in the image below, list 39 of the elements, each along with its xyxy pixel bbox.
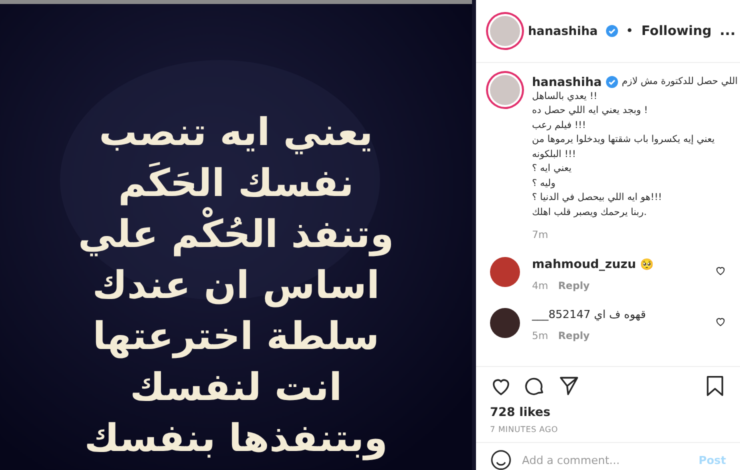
caption-line: اللي حصل للدكتورة مش لازم — [622, 75, 738, 89]
bookmark-icon[interactable] — [704, 375, 726, 397]
caption-line: !!! البلكونه — [532, 148, 576, 162]
send-icon[interactable] — [558, 375, 580, 397]
comment-icon[interactable] — [524, 375, 546, 397]
more-options-button[interactable]: ... — [720, 23, 736, 39]
post-text-line: وبتنفذها بنفسك — [84, 415, 388, 462]
heart-icon[interactable] — [715, 265, 726, 276]
comment-text: قهوه ف اي 852147___ — [532, 308, 646, 321]
username[interactable]: hanashiha — [528, 24, 598, 38]
smiley-icon[interactable] — [490, 449, 512, 470]
caption-line: يعني ايه ؟ — [532, 162, 572, 176]
caption-line: !!! فيلم رعب — [532, 118, 586, 132]
following-status[interactable]: Following — [641, 24, 712, 38]
post-time: 7m — [532, 230, 548, 241]
caption-line: يعني إيه يكسروا باب شقتها ويدخلوا يرموها من — [532, 133, 715, 147]
caption-line: !!!هو ايه اللي بيحصل في الدنيا ؟ — [532, 191, 662, 205]
verified-icon — [606, 76, 618, 88]
separator-dot: • — [626, 24, 634, 38]
comment-text: 🥺 — [640, 258, 654, 270]
caption-line: ! وبجد يعني ايه اللي حصل ده — [532, 104, 648, 118]
comment-time: 5m — [532, 331, 548, 342]
caption-line: .ربنا يرحمك ويصبر قلب اهلك — [532, 206, 647, 220]
verified-icon — [606, 25, 618, 37]
post-text-line: اساس ان عندك — [92, 262, 380, 310]
username[interactable]: mahmoud_zuzu — [532, 257, 636, 271]
post-text-line: سلطة اخترعتها — [92, 313, 380, 360]
username[interactable]: hanashiha — [532, 75, 602, 90]
post-text-line: يعني ايه تنصب — [99, 109, 373, 156]
heart-icon[interactable] — [715, 316, 726, 327]
post-text-line: نفسك الحَكَم — [118, 160, 354, 207]
caption-line: وليه ؟ — [532, 176, 556, 190]
post-text-line: انت لنفسك — [130, 364, 342, 411]
comment-time: 4m — [532, 281, 548, 292]
post-timestamp: 7 MINUTES AGO — [490, 425, 560, 434]
likes-count[interactable]: 728 likes — [490, 405, 726, 419]
avatar[interactable] — [490, 308, 520, 338]
post-text-line: وتنفذ الحُكْم علي — [78, 209, 394, 260]
caption-line: !! يعدي بالساهل — [532, 90, 598, 104]
